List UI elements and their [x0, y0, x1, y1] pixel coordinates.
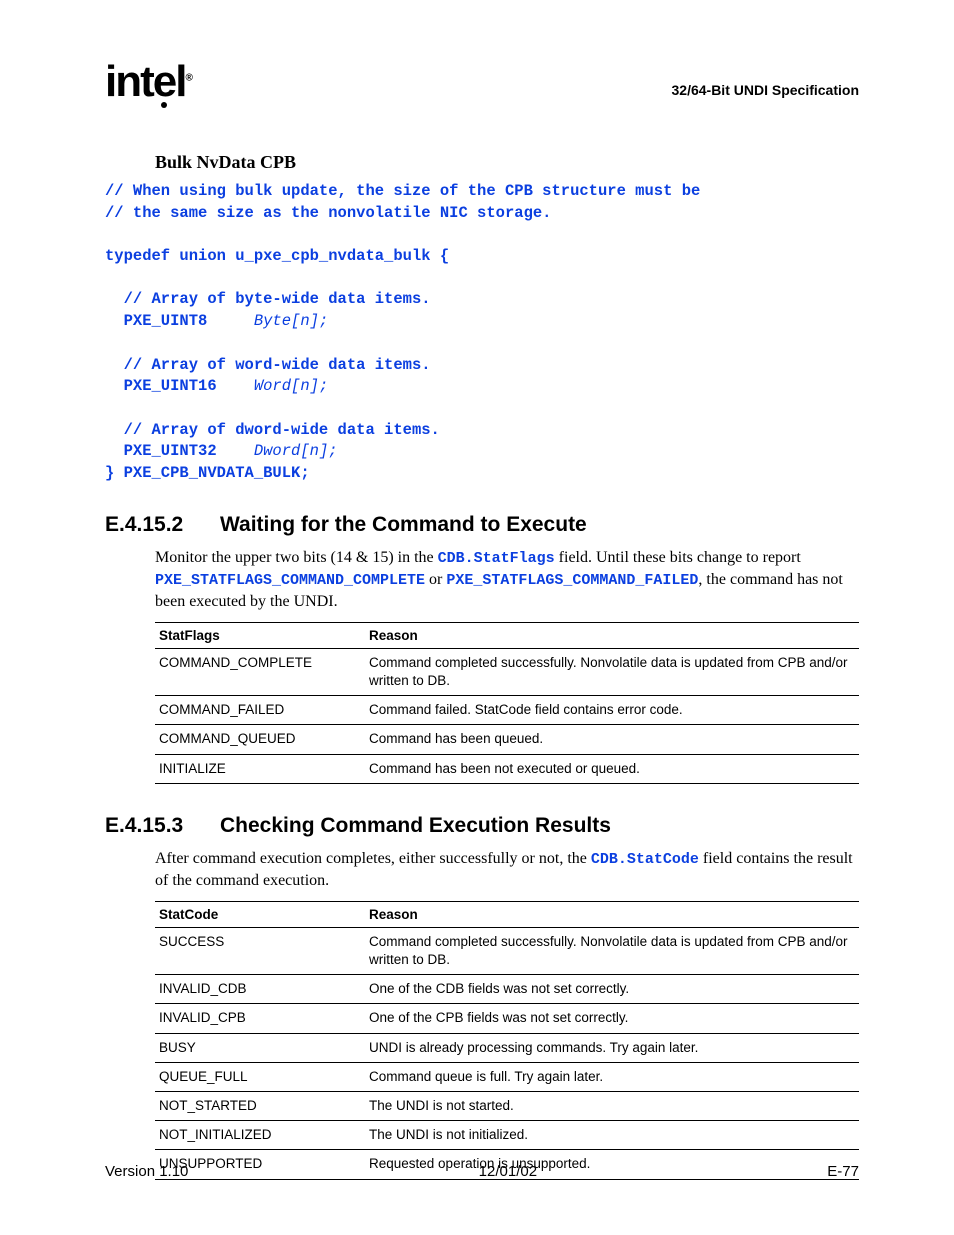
th-statflags: StatFlags	[155, 622, 365, 648]
section-waiting: E.4.15.2 Waiting for the Command to Exec…	[105, 513, 859, 537]
table-row: INVALID_CPBOne of the CPB fields was not…	[155, 1004, 859, 1033]
table-row: COMMAND_FAILEDCommand failed. StatCode f…	[155, 696, 859, 725]
table-row: INITIALIZECommand has been not executed …	[155, 754, 859, 783]
table-row: INVALID_CDBOne of the CDB fields was not…	[155, 975, 859, 1004]
table-row: SUCCESSCommand completed successfully. N…	[155, 927, 859, 974]
table-header-row: StatCode Reason	[155, 901, 859, 927]
page-header: intel® 32/64-Bit UNDI Specification	[105, 60, 859, 104]
th-reason: Reason	[365, 622, 859, 648]
code-block-nvdata: // When using bulk update, the size of t…	[105, 181, 859, 485]
section-title: Checking Command Execution Results	[220, 814, 611, 838]
page-content: Bulk NvData CPB // When using bulk updat…	[155, 152, 859, 1180]
bulk-nvdata-heading: Bulk NvData CPB	[155, 152, 859, 173]
section-title: Waiting for the Command to Execute	[220, 513, 587, 537]
footer-date: 12/01/02	[479, 1163, 537, 1180]
footer-page: E-77	[827, 1163, 859, 1180]
table-header-row: StatFlags Reason	[155, 622, 859, 648]
section-checking: E.4.15.3 Checking Command Execution Resu…	[105, 814, 859, 838]
statcode-table: StatCode Reason SUCCESSCommand completed…	[155, 901, 859, 1180]
section1-paragraph: Monitor the upper two bits (14 & 15) in …	[155, 547, 859, 614]
th-reason: Reason	[365, 901, 859, 927]
th-statcode: StatCode	[155, 901, 365, 927]
page-footer: Version 1.10 12/01/02 E-77	[105, 1163, 859, 1180]
table-row: NOT_STARTEDThe UNDI is not started.	[155, 1091, 859, 1120]
intel-logo: intel®	[105, 60, 191, 104]
table-row: NOT_INITIALIZEDThe UNDI is not initializ…	[155, 1121, 859, 1150]
table-row: QUEUE_FULLCommand queue is full. Try aga…	[155, 1062, 859, 1091]
spec-title: 32/64-Bit UNDI Specification	[672, 82, 860, 104]
footer-version: Version 1.10	[105, 1163, 188, 1180]
section-number: E.4.15.2	[105, 513, 220, 537]
table-row: COMMAND_QUEUEDCommand has been queued.	[155, 725, 859, 754]
table-row: BUSYUNDI is already processing commands.…	[155, 1033, 859, 1062]
table-row: COMMAND_COMPLETECommand completed succes…	[155, 648, 859, 695]
statflags-table: StatFlags Reason COMMAND_COMPLETECommand…	[155, 622, 859, 784]
section2-paragraph: After command execution completes, eithe…	[155, 848, 859, 893]
section-number: E.4.15.3	[105, 814, 220, 838]
